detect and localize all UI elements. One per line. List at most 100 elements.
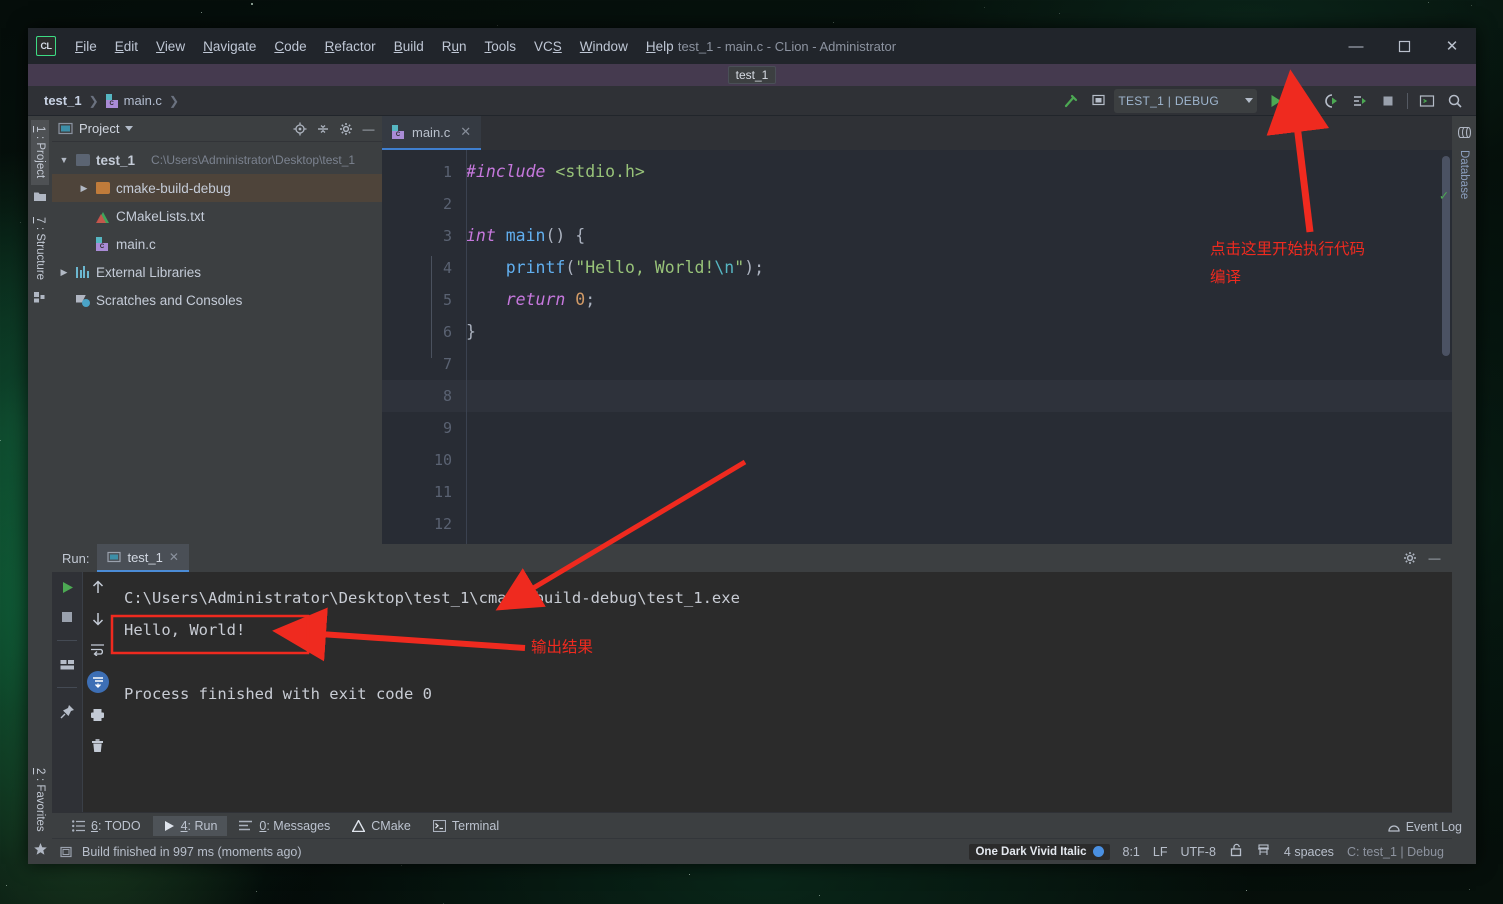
event-log-button[interactable]: Event Log [1387,820,1462,834]
terminal-icon[interactable] [1414,89,1440,113]
scroll-to-end-icon[interactable] [86,671,109,693]
menu-item-run[interactable]: Run [433,35,476,58]
tree-node-test-1[interactable]: ▼ test_1 C:\Users\Administrator\Desktop\te… [52,146,382,174]
inspection-icon[interactable] [1256,843,1271,861]
close-icon[interactable]: ✕ [169,550,179,564]
tree-node-cmake-build-debug[interactable]: ▶ cmake-build-debug [52,174,382,202]
tool-tab-database[interactable]: Database [1455,144,1473,205]
bottom-tab-todo[interactable]: 6: TODO [62,816,151,836]
menu-item-code[interactable]: Code [265,35,315,58]
chevron-right-icon[interactable]: ▶ [78,183,90,194]
build-status-message[interactable]: Build finished in 997 ms (moments ago) [82,845,302,859]
code-line[interactable] [460,348,1452,380]
editor-gutter[interactable]: 1 2 3 4 5 6 7 8 9 10 11 12 [382,150,460,544]
bottom-tab-run[interactable]: 4: Run [152,815,228,836]
line-number[interactable]: 7 [382,348,460,380]
editor-vertical-scrollbar[interactable] [1442,156,1450,356]
close-button[interactable]: ✕ [1428,28,1476,64]
soft-wrap-icon[interactable] [89,640,107,658]
line-number[interactable]: 6 [382,316,460,348]
settings-gear-icon[interactable] [338,121,353,136]
code-line[interactable]: } [460,316,1452,348]
code-line[interactable] [460,476,1452,508]
project-panel-chevron-icon[interactable] [125,126,134,131]
build-hammer-icon[interactable] [1058,89,1084,113]
caret-position[interactable]: 8:1 [1123,845,1140,859]
hide-panel-icon[interactable]: — [361,121,376,136]
tree-node-main-c[interactable]: main.c [52,230,382,258]
bottom-tab-messages[interactable]: 0: Messages [229,816,340,836]
menu-item-window[interactable]: Window [571,35,637,58]
lock-icon[interactable] [1229,843,1243,860]
menu-item-edit[interactable]: Edit [106,35,147,58]
locate-icon[interactable] [292,121,307,136]
search-everywhere-icon[interactable] [1442,89,1468,113]
layout-icon[interactable] [58,655,76,673]
menu-item-build[interactable]: Build [385,35,433,58]
line-number[interactable]: 10 [382,444,460,476]
minimize-button[interactable]: — [1332,28,1380,64]
code-line[interactable] [460,444,1452,476]
line-number[interactable]: 12 [382,508,460,540]
hide-panel-icon[interactable]: — [1427,551,1442,566]
chevron-down-icon[interactable]: ▼ [58,155,70,165]
code-line[interactable] [460,412,1452,444]
file-encoding[interactable]: UTF-8 [1180,845,1215,859]
menu-item-view[interactable]: View [147,35,194,58]
collapse-all-icon[interactable] [315,121,330,136]
code-line[interactable]: #include <stdio.h> [460,156,1452,188]
cmake-profile[interactable]: C: test_1 | Debug [1347,845,1444,859]
pin-icon[interactable] [58,702,76,720]
chevron-right-icon[interactable]: ▶ [58,267,70,278]
menu-item-tools[interactable]: Tools [476,35,526,58]
stop-icon[interactable] [58,608,76,626]
line-number[interactable]: 11 [382,476,460,508]
menu-item-help[interactable]: Help [637,35,683,58]
maximize-button[interactable] [1380,28,1428,64]
tree-node-scratches-and-consoles[interactable]: Scratches and Consoles [52,286,382,314]
line-number[interactable]: 2 [382,188,460,220]
code-line[interactable] [460,188,1452,220]
line-number[interactable]: 9 [382,412,460,444]
menu-item-vcs[interactable]: VCS [525,35,571,58]
code-line[interactable] [460,508,1452,540]
line-number[interactable]: 3 [382,220,460,252]
breadcrumb-file[interactable]: main.c [105,93,162,108]
run-tab-test-1[interactable]: test_1 ✕ [97,544,189,572]
close-icon[interactable]: ✕ [460,124,471,140]
select-target-icon[interactable] [1086,89,1112,113]
console-output[interactable]: C:\Users\Administrator\Desktop\test_1\cm… [112,572,1452,812]
bottom-tab-terminal[interactable]: Terminal [423,816,509,836]
down-icon[interactable] [89,609,107,627]
line-number[interactable]: 8 [382,380,460,412]
trash-icon[interactable] [89,737,107,755]
code-content[interactable]: ✓ #include <stdio.h> int main() { printf… [460,150,1452,544]
rerun-icon[interactable] [58,578,76,596]
tool-tab-structure[interactable]: 7: Structure [31,211,49,286]
tool-tab-favorites[interactable]: 2: Favorites [31,762,49,838]
run-with-coverage-icon[interactable] [1319,89,1345,113]
menu-item-refactor[interactable]: Refactor [316,35,385,58]
tool-tab-project[interactable]: 1: Project [31,120,49,185]
line-number[interactable]: 4 [382,252,460,284]
menu-item-file[interactable]: File [66,35,106,58]
theme-badge[interactable]: One Dark Vivid Italic [969,843,1110,860]
up-icon[interactable] [89,578,107,596]
editor-body[interactable]: 1 2 3 4 5 6 7 8 9 10 11 12 ✓ #include <stdio.h> int… [382,150,1452,544]
tree-node-cmakelists-txt[interactable]: CMakeLists.txt [52,202,382,230]
run-button[interactable] [1263,89,1289,113]
code-line[interactable] [460,380,1452,412]
line-number[interactable]: 5 [382,284,460,316]
debug-button[interactable] [1291,89,1317,113]
editor-tab-main-c[interactable]: main.c ✕ [382,116,482,150]
bottom-tab-cmake[interactable]: CMake [342,816,421,836]
line-separator[interactable]: LF [1153,845,1168,859]
menu-item-navigate[interactable]: Navigate [194,35,265,58]
line-number[interactable]: 1 [382,156,460,188]
run-configuration-selector[interactable]: TEST_1 | DEBUG [1114,88,1257,113]
tree-node-external-libraries[interactable]: ▶ External Libraries [52,258,382,286]
print-icon[interactable] [89,706,107,724]
breadcrumb-project[interactable]: test_1 [44,93,82,108]
indent-setting[interactable]: 4 spaces [1284,845,1334,859]
settings-gear-icon[interactable] [1402,551,1417,566]
